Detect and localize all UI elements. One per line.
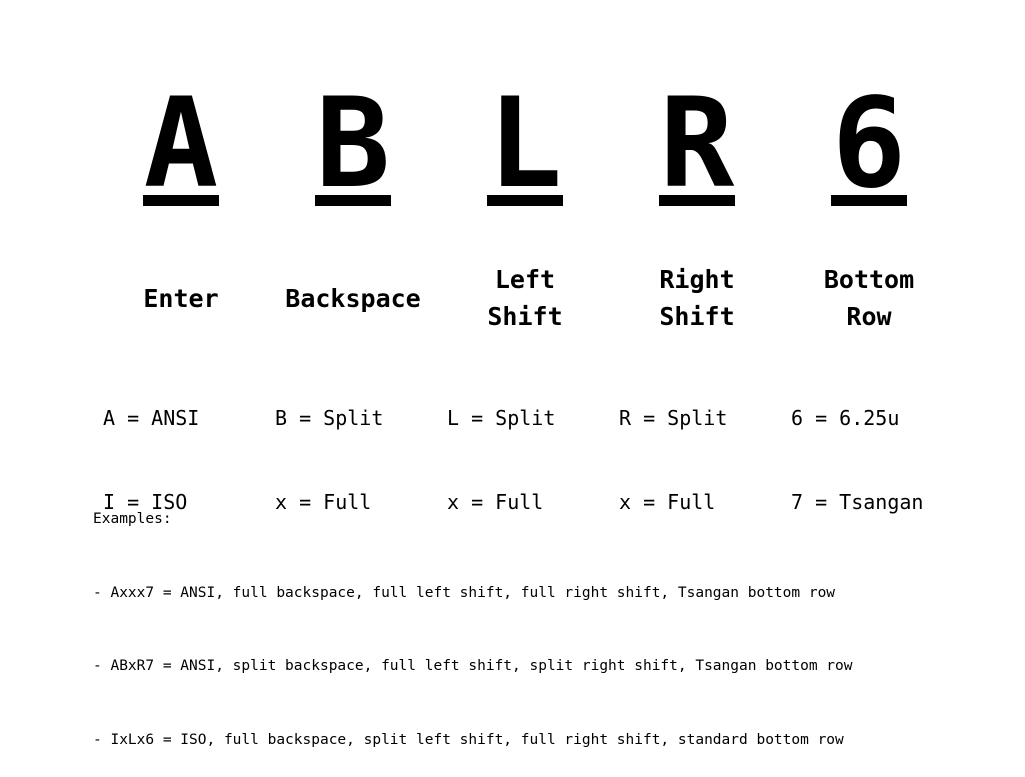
heading-line: Backspace bbox=[285, 283, 421, 313]
column-heading: Enter bbox=[95, 261, 267, 335]
letter-underline bbox=[487, 195, 563, 206]
code-letter: A bbox=[143, 72, 219, 216]
legend-line: R = Split bbox=[619, 406, 728, 430]
letter-underline bbox=[143, 195, 219, 206]
example-line: - Axxx7 = ANSI, full backspace, full lef… bbox=[93, 584, 836, 601]
example-line: - ABxR7 = ANSI, split backspace, full le… bbox=[93, 658, 853, 674]
legend-line: 6 = 6.25u bbox=[791, 406, 900, 430]
letter-underline bbox=[831, 195, 907, 206]
code-letter: 6 bbox=[831, 72, 907, 216]
heading-line: Shift bbox=[487, 302, 563, 331]
letter-underline bbox=[315, 195, 391, 206]
column-heading: Bottom Row bbox=[783, 261, 955, 335]
heading-line: Enter bbox=[143, 283, 219, 313]
code-letter: L bbox=[487, 72, 563, 216]
code-letter: B bbox=[315, 72, 391, 216]
legend-line: B = Split bbox=[275, 406, 384, 430]
heading-line: Bottom bbox=[823, 265, 915, 294]
code-letter: R bbox=[659, 72, 735, 216]
heading-line: Shift bbox=[659, 302, 735, 331]
heading-line: Left bbox=[494, 265, 556, 294]
examples-title: Examples: bbox=[93, 511, 172, 527]
example-line: - IxLx6 = ISO, full backspace, split lef… bbox=[93, 731, 844, 748]
heading-line: Right bbox=[659, 265, 735, 294]
letter-underline bbox=[659, 195, 735, 206]
column-heading: Right Shift bbox=[611, 261, 783, 335]
legend-line: L = Split bbox=[447, 406, 556, 430]
legend-line: A = ANSI bbox=[103, 406, 200, 430]
column-heading: Backspace bbox=[267, 261, 439, 335]
column-heading: Left Shift bbox=[439, 261, 611, 335]
heading-line: Row bbox=[846, 302, 892, 331]
examples-block: Examples: - Axxx7 = ANSI, full backspace… bbox=[93, 458, 853, 777]
